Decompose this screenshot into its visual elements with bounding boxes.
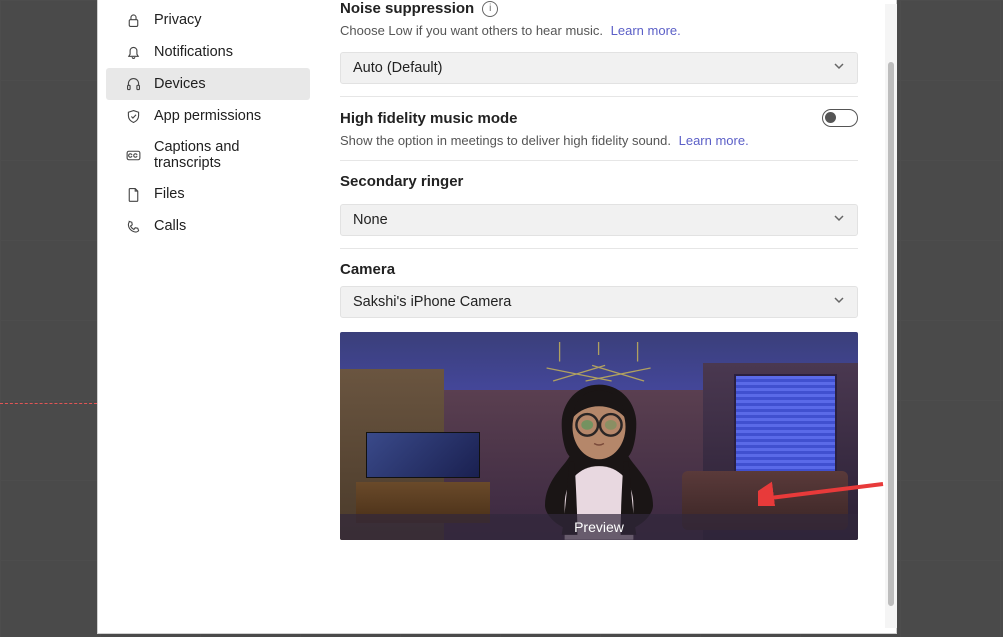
camera-preview: Preview [340,332,858,540]
section-title-text: Camera [340,261,395,278]
secondary-ringer-select[interactable]: None [340,204,858,236]
timeline-marker [0,403,97,404]
settings-sidebar: Privacy Notifications Devices App permis… [98,0,318,633]
sidebar-item-files[interactable]: Files [106,178,310,210]
chevron-down-icon [833,212,845,228]
sidebar-item-label: Files [154,186,185,202]
sidebar-item-calls[interactable]: Calls [106,210,310,242]
sidebar-item-notifications[interactable]: Notifications [106,36,310,68]
noise-suppression-select[interactable]: Auto (Default) [340,52,858,84]
select-value: Sakshi's iPhone Camera [353,294,511,310]
sidebar-item-label: Devices [154,76,206,92]
info-icon[interactable]: i [482,1,498,17]
scrollbar[interactable] [885,4,897,628]
camera-select[interactable]: Sakshi's iPhone Camera [340,286,858,318]
sidebar-item-privacy[interactable]: Privacy [106,4,310,36]
high-fidelity-toggle[interactable] [822,109,858,127]
learn-more-link[interactable]: Learn more. [611,23,681,38]
settings-content: Noise suppression i Choose Low if you wa… [318,0,896,633]
noise-suppression-section: Noise suppression i Choose Low if you wa… [340,0,858,97]
chevron-down-icon [833,294,845,310]
scrollbar-thumb[interactable] [888,62,894,606]
section-title-text: Noise suppression [340,0,474,17]
headset-icon [124,75,142,93]
learn-more-link[interactable]: Learn more. [679,133,749,148]
section-title-text: High fidelity music mode [340,110,518,127]
bell-icon [124,43,142,61]
sidebar-item-app-permissions[interactable]: App permissions [106,100,310,132]
secondary-ringer-title: Secondary ringer [340,173,858,190]
select-value: Auto (Default) [353,60,442,76]
settings-dialog: Privacy Notifications Devices App permis… [97,0,897,634]
phone-icon [124,217,142,235]
preview-label: Preview [340,514,858,540]
high-fidelity-title: High fidelity music mode [340,110,518,127]
file-icon [124,185,142,203]
sidebar-item-captions[interactable]: Captions and transcripts [106,132,310,178]
shield-icon [124,107,142,125]
noise-suppression-desc: Choose Low if you want others to hear mu… [340,23,858,38]
desc-text: Choose Low if you want others to hear mu… [340,23,603,38]
sidebar-item-label: Notifications [154,44,233,60]
sidebar-item-label: Captions and transcripts [154,139,292,171]
camera-section: Camera Sakshi's iPhone Camera [340,249,858,552]
secondary-ringer-section: Secondary ringer None [340,161,858,249]
sidebar-item-label: Calls [154,218,186,234]
high-fidelity-section: High fidelity music mode Show the option… [340,97,858,161]
sidebar-item-devices[interactable]: Devices [106,68,310,100]
section-title-text: Secondary ringer [340,173,463,190]
desc-text: Show the option in meetings to deliver h… [340,133,671,148]
sidebar-item-label: App permissions [154,108,261,124]
captions-icon [124,146,142,164]
high-fidelity-desc: Show the option in meetings to deliver h… [340,133,858,148]
sidebar-item-label: Privacy [154,12,202,28]
select-value: None [353,212,388,228]
lock-icon [124,11,142,29]
chevron-down-icon [833,60,845,76]
noise-suppression-title: Noise suppression i [340,0,858,17]
camera-title: Camera [340,261,858,278]
